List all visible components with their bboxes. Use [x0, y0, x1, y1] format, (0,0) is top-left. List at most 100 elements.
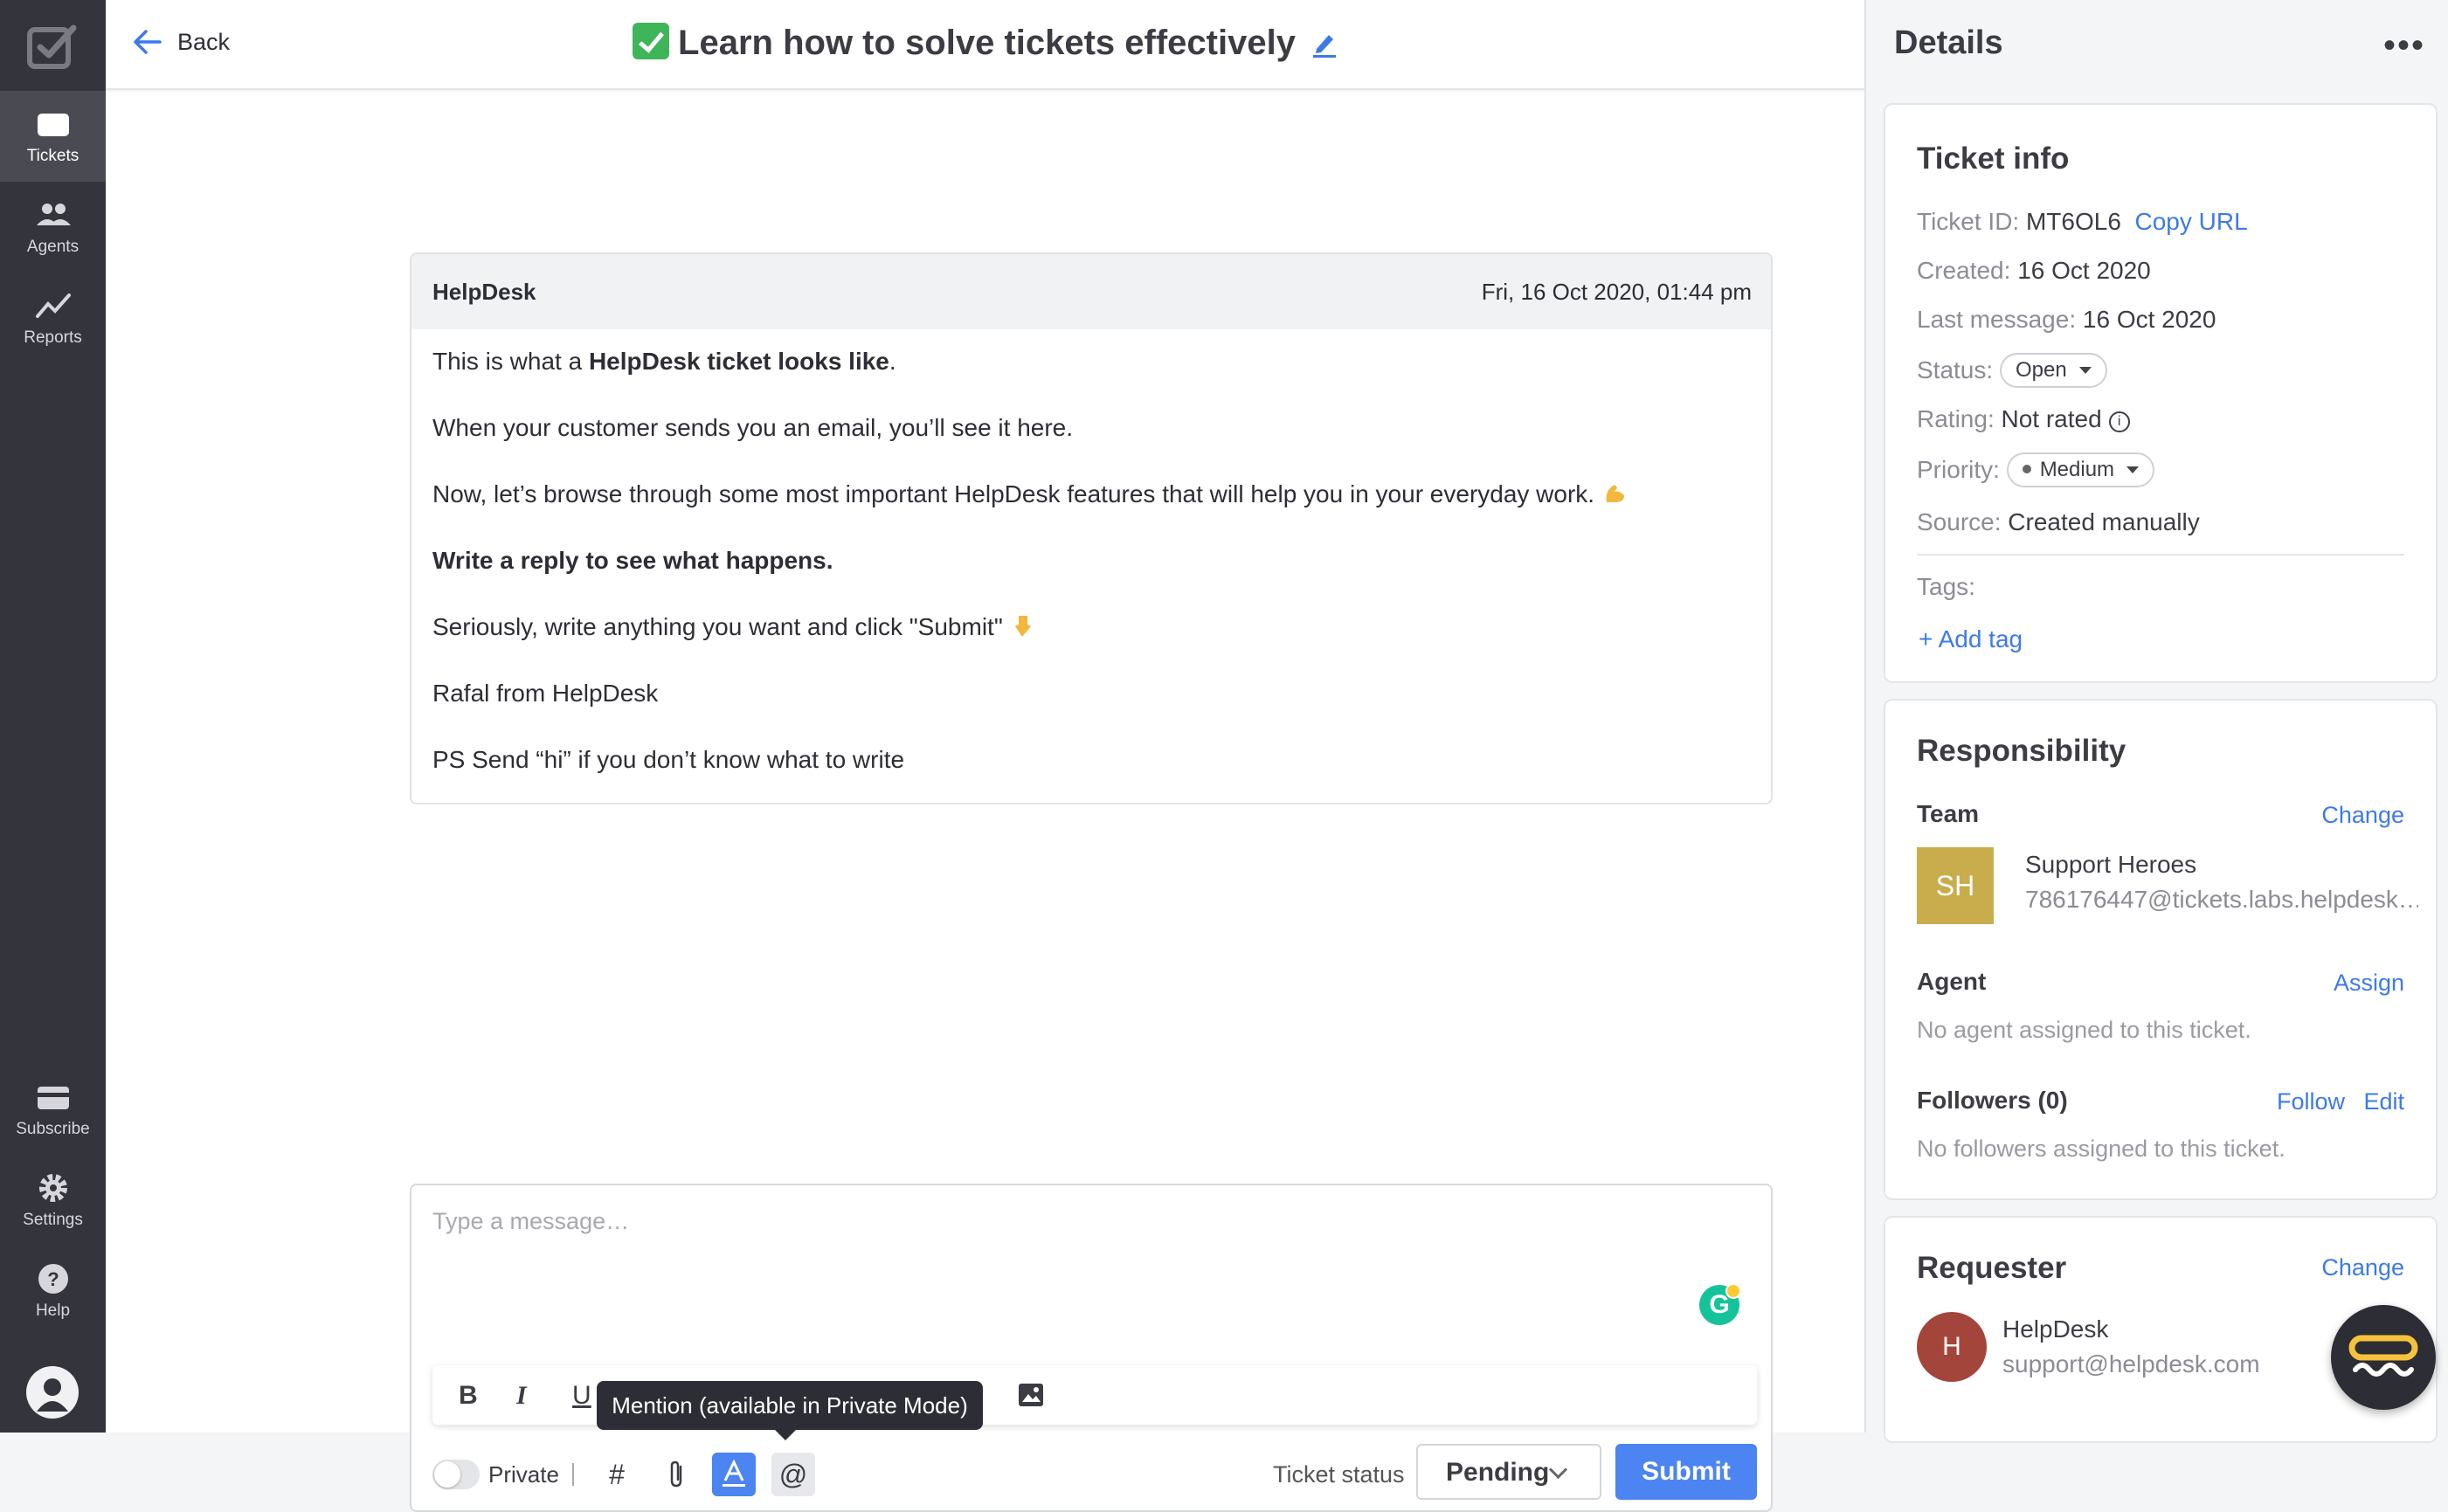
ticket-status-label: Ticket status: [1273, 1461, 1405, 1488]
chat-widget-icon[interactable]: [2331, 1305, 2436, 1410]
flexed-biceps-icon: [1606, 485, 1624, 502]
status-dropdown[interactable]: Open: [1999, 353, 2107, 388]
created-row: Created: 16 Oct 2020: [1917, 257, 2151, 284]
ticket-icon: [37, 114, 69, 136]
paperclip-icon[interactable]: [654, 1453, 698, 1496]
text-format-icon[interactable]: [712, 1453, 756, 1496]
user-icon: [37, 1378, 68, 1412]
follow-link[interactable]: Follow: [2277, 1088, 2345, 1115]
message-line: When your customer sends you an email, y…: [432, 414, 1074, 441]
pencil-edit-icon[interactable]: [1311, 30, 1338, 58]
ticket-status-select[interactable]: Pending: [1416, 1444, 1601, 1500]
gear-icon: [38, 1174, 67, 1202]
info-icon[interactable]: i: [2108, 411, 2130, 432]
priority-dropdown[interactable]: Medium: [2006, 452, 2155, 487]
team-label: Team: [1917, 800, 1980, 827]
private-label: Private: [488, 1461, 559, 1488]
divider: [572, 1463, 574, 1486]
help-icon: ?: [38, 1264, 68, 1294]
team-name: Support Heroes: [2025, 851, 2197, 878]
followers-label: Followers (0): [1917, 1087, 2068, 1114]
message-card: HelpDesk Fri, 16 Oct 2020, 01:44 pm This…: [410, 252, 1773, 804]
details-heading: Details: [1894, 24, 2003, 61]
nav-item-help[interactable]: ? Help: [0, 1246, 106, 1336]
nav-item-label: Settings: [23, 1211, 83, 1229]
nav-item-label: Agents: [26, 238, 80, 256]
ticket-title: Learn how to solve tickets effectively: [678, 24, 1296, 62]
rating-row: Rating: Not rated i: [1917, 405, 2130, 433]
add-tag-link[interactable]: + Add tag: [1919, 625, 2023, 653]
tags-row: Tags:: [1917, 573, 1975, 600]
grammarly-icon[interactable]: G: [1699, 1283, 1741, 1325]
agents-icon: [36, 204, 71, 225]
responsibility-card: Responsibility Team Change SH Support He…: [1884, 699, 2438, 1200]
priority-dot-icon: [2022, 465, 2031, 473]
message-line: Write a reply to see what happens.: [432, 547, 833, 574]
hashtag-icon[interactable]: #: [595, 1453, 639, 1496]
message-date: Fri, 16 Oct 2020, 01:44 pm: [1481, 278, 1752, 305]
nav-item-agents[interactable]: Agents: [0, 182, 106, 273]
team-change-link[interactable]: Change: [2321, 802, 2404, 829]
private-toggle[interactable]: [432, 1460, 480, 1489]
copy-url-link[interactable]: Copy URL: [2134, 208, 2247, 235]
submit-button[interactable]: Submit: [1615, 1444, 1757, 1500]
agent-assign-link[interactable]: Assign: [2334, 970, 2404, 997]
requester-avatar: H: [1917, 1312, 1987, 1382]
mention-tooltip: Mention (available in Private Mode): [597, 1381, 983, 1440]
nav-item-label: Help: [35, 1301, 71, 1320]
more-options-icon[interactable]: •••: [2383, 26, 2425, 66]
status-row: Status: Open: [1917, 353, 2107, 388]
page-title: Learn how to solve tickets effectively: [106, 23, 1864, 63]
requester-name: HelpDesk: [2002, 1315, 2109, 1343]
followers-empty: No followers assigned to this ticket.: [1917, 1136, 2285, 1162]
italic-icon[interactable]: I: [516, 1381, 527, 1411]
team-email: 786176447@tickets.labs.helpdesk…: [2025, 886, 2418, 913]
nav-item-tickets[interactable]: Tickets: [0, 91, 106, 182]
responsibility-heading: Responsibility: [1917, 734, 2126, 768]
nav-item-reports[interactable]: Reports: [0, 273, 106, 363]
agent-empty: No agent assigned to this ticket.: [1917, 1017, 2251, 1043]
nav-item-label: Subscribe: [16, 1120, 90, 1138]
pointing-down-icon: [1014, 616, 1031, 637]
image-icon[interactable]: [1018, 1383, 1044, 1407]
message-line: Seriously, write anything you want and c…: [432, 611, 1750, 644]
message-input[interactable]: Type a message…: [432, 1208, 629, 1235]
ticket-id: MT6OL6: [2025, 208, 2121, 235]
last-message-row: Last message: 16 Oct 2020: [1917, 306, 2216, 333]
nav-item-label: Tickets: [26, 147, 80, 165]
agent-label: Agent: [1917, 968, 1987, 995]
reply-composer[interactable]: Type a message… G B I U Mention (availab…: [410, 1184, 1773, 1512]
at-mention-icon[interactable]: @: [771, 1453, 815, 1496]
ticket-main: HelpDesk Fri, 16 Oct 2020, 01:44 pm This…: [106, 92, 1864, 1512]
nav-item-label: Reports: [24, 328, 82, 347]
check-mark-icon: [633, 23, 670, 59]
message-line: Now, let’s browse through some most impo…: [432, 478, 1750, 511]
divider: [1917, 554, 2404, 556]
message-sender: HelpDesk: [432, 278, 536, 305]
requester-heading: Requester: [1917, 1251, 2067, 1285]
priority-row: Priority: Medium: [1917, 452, 2155, 487]
followers-edit-link[interactable]: Edit: [2363, 1088, 2404, 1115]
message-header: HelpDesk Fri, 16 Oct 2020, 01:44 pm: [411, 254, 1771, 329]
svg-text:?: ?: [47, 1268, 59, 1290]
chart-line-icon: [35, 293, 71, 318]
app-logo-icon[interactable]: [26, 23, 79, 72]
source-row: Source: Created manually: [1917, 508, 2200, 535]
message-line: Rafal from HelpDesk: [432, 680, 659, 707]
requester-change-link[interactable]: Change: [2321, 1254, 2404, 1281]
composer-actions: Private # @ Ticket status Pending Submit: [432, 1440, 1757, 1502]
requester-email: support@helpdesk.com: [2002, 1350, 2260, 1377]
ticket-id-row: Ticket ID: MT6OL6 Copy URL: [1917, 208, 2248, 235]
underline-icon[interactable]: U: [572, 1381, 591, 1411]
nav-item-subscribe[interactable]: Subscribe: [0, 1064, 106, 1155]
bold-icon[interactable]: B: [459, 1381, 478, 1411]
ticket-info-card: Ticket info Ticket ID: MT6OL6 Copy URL C…: [1884, 103, 2438, 683]
left-nav: Tickets Agents Reports Subscribe Setting…: [0, 0, 106, 1433]
message-body: This is what a HelpDesk ticket looks lik…: [411, 329, 1771, 803]
message-line: PS Send “hi” if you don’t know what to w…: [432, 746, 905, 773]
user-avatar[interactable]: [26, 1366, 79, 1419]
ticket-header: Back Learn how to solve tickets effectiv…: [106, 0, 1864, 90]
nav-item-settings[interactable]: Settings: [0, 1155, 106, 1246]
card-icon: [37, 1087, 69, 1109]
message-line: This is what a HelpDesk ticket looks lik…: [432, 348, 896, 375]
